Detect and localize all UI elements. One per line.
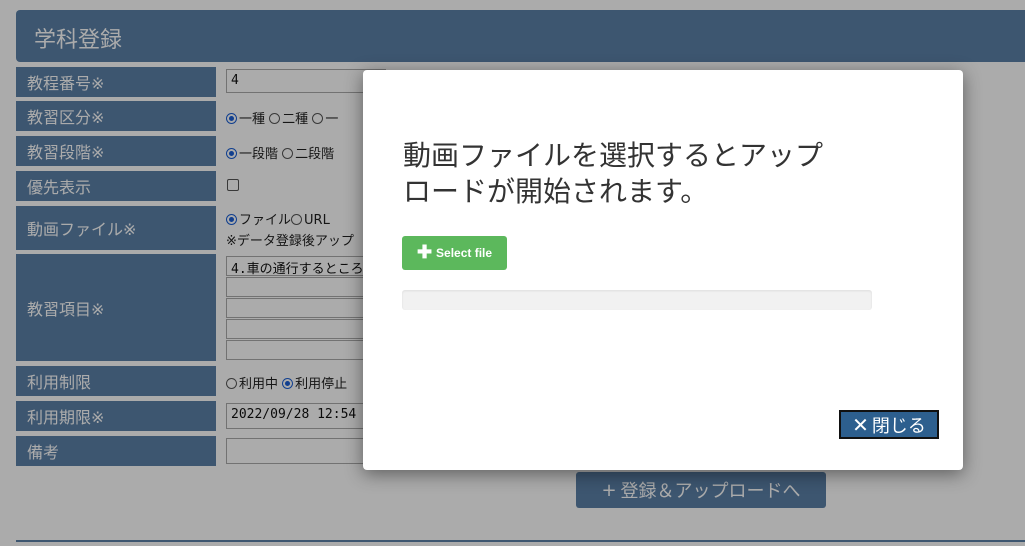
close-label: 閉じる: [871, 415, 926, 437]
upload-instruction: 動画ファイルを選択するとアップ ロードが開始されます。: [403, 138, 873, 210]
upload-instruction-line-1: 動画ファイルを選択するとアップ: [403, 139, 824, 172]
select-file-button[interactable]: ✚ Select file: [402, 236, 507, 270]
upload-modal: 動画ファイルを選択するとアップ ロードが開始されます。 ✚ Select fil…: [363, 70, 963, 470]
upload-instruction-line-2: ロードが開始されます。: [403, 175, 709, 208]
select-file-label: Select file: [436, 246, 493, 260]
upload-progress-bar: [402, 290, 872, 310]
plus-icon: ✚: [416, 242, 433, 262]
close-icon: ✕: [852, 412, 869, 437]
close-button[interactable]: ✕ 閉じる: [839, 410, 939, 439]
